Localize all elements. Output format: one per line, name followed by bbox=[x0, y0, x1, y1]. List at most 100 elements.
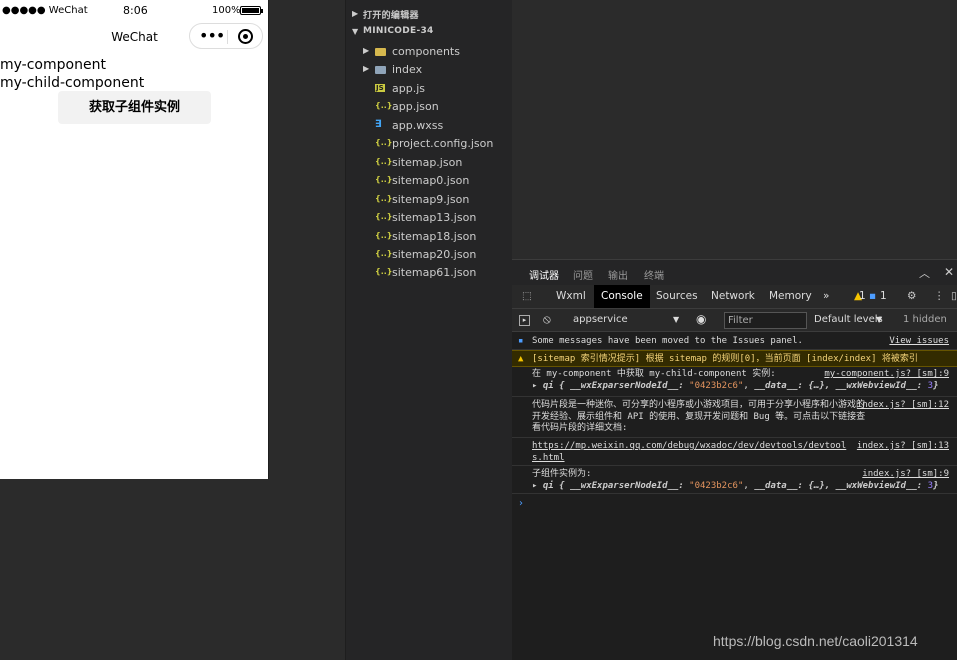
tree-file[interactable]: {..} sitemap20.json bbox=[346, 246, 512, 264]
devtools-panel-tabs: ⬚ Wxml Console Sources Network Memory » … bbox=[512, 285, 957, 309]
context-select[interactable]: appservice bbox=[573, 314, 628, 325]
tab-network[interactable]: Network bbox=[704, 285, 762, 308]
tab-terminal[interactable]: 终端 bbox=[644, 267, 664, 282]
get-child-instance-button[interactable]: 获取子组件实例 bbox=[58, 91, 211, 124]
info-icon: ▪ bbox=[518, 336, 524, 346]
tree-file[interactable]: {..} sitemap13.json bbox=[346, 209, 512, 227]
console-log-row: 代码片段是一种迷你、可分享的小程序或小游戏项目，可用于分享小程序和小游戏的开发经… bbox=[512, 397, 957, 438]
info-icon[interactable]: ▪ bbox=[867, 285, 878, 308]
levels-chevron-icon[interactable]: ▼ bbox=[876, 315, 882, 324]
source-link[interactable]: my-component.js? [sm]:9 bbox=[824, 369, 949, 381]
tab-sources[interactable]: Sources bbox=[649, 285, 705, 308]
tree-file[interactable]: {..} sitemap.json bbox=[346, 154, 512, 172]
tree-item-label: sitemap13.json bbox=[392, 211, 477, 225]
js-icon: JS bbox=[375, 83, 385, 92]
object-preview[interactable]: ▸ qi { __wxExparserNodeId__: "0423b2c6",… bbox=[532, 381, 951, 393]
project-header[interactable]: ▼ MINICODE-34 bbox=[346, 24, 512, 42]
expand-arrow-icon[interactable]: ▸ bbox=[532, 481, 537, 491]
context-dropdown-icon[interactable]: ▼ bbox=[673, 315, 679, 324]
tree-file[interactable]: {..} sitemap18.json bbox=[346, 228, 512, 246]
battery-percent: 100% bbox=[212, 5, 241, 16]
more-tabs-icon[interactable]: » bbox=[816, 285, 836, 308]
simulator-screen: ●●●●● WeChat 8:06 100% WeChat ••• my-com… bbox=[0, 0, 269, 479]
tree-item-label: sitemap0.json bbox=[392, 174, 470, 188]
inspect-icon[interactable]: ⬚ bbox=[515, 285, 539, 308]
devtools-panel: 调试器 问题 输出 终端 ︿ ✕ ⬚ Wxml Console Sources … bbox=[512, 259, 957, 660]
sidebar-toggle-icon[interactable]: ▸ bbox=[519, 315, 530, 326]
tree-item-label: app.js bbox=[392, 81, 425, 95]
console-log-row: 子组件实例为: index.js? [sm]:9 ▸ qi { __wxExpa… bbox=[512, 466, 957, 494]
tree-file[interactable]: ∃ app.wxss bbox=[346, 117, 512, 135]
devtools-top-tabs: 调试器 问题 输出 终端 ︿ ✕ bbox=[512, 260, 957, 287]
json-icon: {..} bbox=[375, 175, 393, 185]
watermark: https://blog.csdn.net/caoli201314 bbox=[713, 633, 918, 649]
tree-item-label: sitemap9.json bbox=[392, 192, 470, 206]
tab-console[interactable]: Console bbox=[594, 285, 650, 308]
gear-icon[interactable]: ⚙ bbox=[900, 285, 923, 308]
tree-file[interactable]: {..} project.config.json bbox=[346, 135, 512, 153]
chevron-right-icon: ▶ bbox=[363, 64, 370, 74]
source-link[interactable]: index.js? [sm]:13 bbox=[857, 441, 949, 453]
tree-file[interactable]: {..} app.json bbox=[346, 98, 512, 116]
status-time: 8:06 bbox=[123, 4, 148, 17]
tree-item-label: sitemap61.json bbox=[392, 266, 477, 280]
json-icon: {..} bbox=[375, 212, 393, 222]
close-target-icon[interactable] bbox=[238, 29, 253, 44]
expand-arrow-icon[interactable]: ▸ bbox=[532, 381, 537, 391]
tab-debugger[interactable]: 调试器 bbox=[529, 267, 559, 287]
json-icon: {..} bbox=[375, 101, 393, 111]
tree-folder[interactable]: ▶ components bbox=[346, 43, 512, 61]
tree-file[interactable]: {..} sitemap0.json bbox=[346, 172, 512, 190]
folder-icon bbox=[375, 66, 386, 75]
warning-icon: ▲ bbox=[518, 354, 524, 364]
view-issues-link[interactable]: View issues bbox=[889, 336, 949, 348]
source-link[interactable]: index.js? [sm]:9 bbox=[862, 469, 949, 481]
tree-item-label: app.json bbox=[392, 100, 439, 114]
close-icon[interactable]: ✕ bbox=[944, 265, 954, 279]
console-issues-message: ▪ Some messages have been moved to the I… bbox=[512, 333, 957, 350]
json-icon: {..} bbox=[375, 138, 393, 148]
chevron-up-icon[interactable]: ︿ bbox=[919, 265, 930, 281]
tree-item-label: app.wxss bbox=[392, 118, 444, 132]
more-dots-icon[interactable]: ••• bbox=[199, 26, 225, 46]
json-icon: {..} bbox=[375, 230, 393, 240]
tree-folder[interactable]: ▶ index bbox=[346, 61, 512, 79]
tree-file[interactable]: {..} sitemap61.json bbox=[346, 264, 512, 282]
tree-item-label: sitemap.json bbox=[392, 155, 463, 169]
capsule-divider bbox=[227, 30, 228, 44]
chevron-down-icon: ▼ bbox=[352, 27, 359, 36]
clear-console-icon[interactable]: ⦸ bbox=[543, 312, 551, 327]
json-icon: {..} bbox=[375, 193, 393, 203]
tree-item-label: project.config.json bbox=[392, 137, 494, 151]
source-link[interactable]: index.js? [sm]:12 bbox=[857, 400, 949, 412]
tree-item-label: sitemap20.json bbox=[392, 247, 477, 261]
eye-icon[interactable]: ◉ bbox=[696, 312, 706, 326]
chevron-right-icon: ▶ bbox=[363, 46, 370, 55]
json-icon: {..} bbox=[375, 248, 393, 258]
open-editors-header[interactable]: ▶ 打开的编辑器 bbox=[346, 6, 512, 24]
tab-issues[interactable]: 问题 bbox=[573, 267, 593, 282]
tree-item-label: sitemap18.json bbox=[392, 229, 477, 243]
levels-dropdown[interactable]: Default levels bbox=[814, 314, 883, 325]
css-icon: ∃ bbox=[375, 118, 382, 130]
tree-item-label: index bbox=[392, 63, 423, 77]
json-icon: {..} bbox=[375, 267, 393, 277]
menu-capsule[interactable]: ••• bbox=[189, 23, 263, 49]
console-warning-row: ▲ [sitemap 索引情况提示] 根据 sitemap 的规则[0]，当前页… bbox=[512, 350, 957, 367]
status-bar: ●●●●● WeChat 8:06 100% bbox=[0, 0, 268, 22]
hidden-count: 1 hidden bbox=[903, 314, 947, 325]
console-toolbar: ▸ ⦸ appservice ▼ ◉ Filter Default levels… bbox=[512, 309, 957, 332]
tree-item-label: components bbox=[392, 45, 460, 58]
battery-icon bbox=[240, 6, 263, 15]
tab-output[interactable]: 输出 bbox=[608, 267, 628, 282]
object-preview[interactable]: ▸ qi { __wxExparserNodeId__: "0423b2c6",… bbox=[532, 481, 951, 493]
console-prompt-icon[interactable]: › bbox=[519, 498, 523, 509]
dock-icon[interactable]: ▯ bbox=[944, 285, 957, 308]
docs-link[interactable]: https://mp.weixin.qq.com/debug/wxadoc/de… bbox=[532, 441, 857, 464]
filter-input[interactable]: Filter bbox=[724, 312, 807, 329]
my-child-component-text: my-child-component bbox=[0, 75, 145, 91]
tab-memory[interactable]: Memory bbox=[762, 285, 819, 308]
tab-wxml[interactable]: Wxml bbox=[549, 285, 593, 308]
tree-file[interactable]: {..} sitemap9.json bbox=[346, 191, 512, 209]
tree-file[interactable]: JS app.js bbox=[346, 80, 512, 98]
